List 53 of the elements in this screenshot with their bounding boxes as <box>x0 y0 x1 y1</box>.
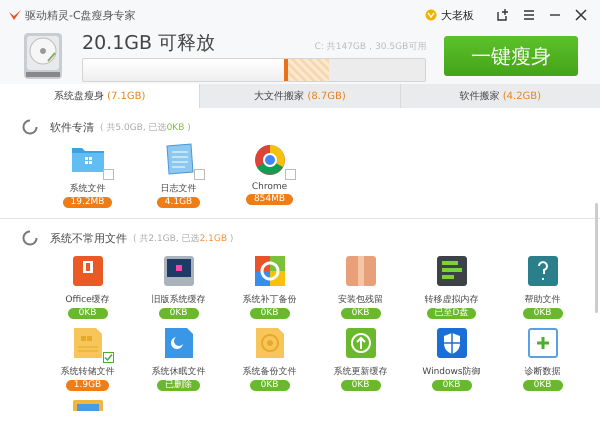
size-badge: 4.1GB <box>156 197 200 208</box>
size-badge: 0KB <box>522 308 562 319</box>
item-label: Office缓存 <box>65 294 110 306</box>
share-icon[interactable] <box>496 8 510 22</box>
checkbox[interactable] <box>102 169 114 180</box>
item-label: 系统转储文件 <box>60 366 114 378</box>
window-title: 驱动精灵-C盘瘦身专家 <box>25 8 136 22</box>
size-badge: 0KB <box>432 380 472 391</box>
scrollbar[interactable] <box>595 203 598 313</box>
tab[interactable]: 大文件搬家 (8.7GB) <box>199 84 400 108</box>
size-badge: 0KB <box>340 308 380 319</box>
size-badge: 19.2MB <box>62 197 112 208</box>
checkbox[interactable] <box>194 169 204 180</box>
item-label: 系统备份文件 <box>242 366 296 378</box>
checkbox[interactable] <box>102 352 114 363</box>
item-label: 帮助文件 <box>524 294 560 306</box>
check-icon <box>104 353 112 362</box>
size-badge: 1.9GB <box>66 380 110 391</box>
item-label: 诊断数据 <box>524 366 560 378</box>
close-icon[interactable] <box>574 8 588 22</box>
item-label: 系统文件 <box>70 182 106 195</box>
size-badge: 0KB <box>158 308 198 319</box>
disk-info: C: 共147GB，30.5GB可用 <box>314 40 426 53</box>
item-label: Windows防御 <box>422 366 481 378</box>
logo-icon <box>8 9 22 21</box>
item-label: 系统休眠文件 <box>152 366 206 378</box>
size-badge: 0KB <box>68 308 108 319</box>
item-label: 安装包残留 <box>338 294 383 306</box>
user-name[interactable]: 大老板 <box>441 8 474 22</box>
size-badge: 0KB <box>250 308 290 319</box>
menu-icon[interactable] <box>522 8 536 22</box>
badge-icon <box>425 9 437 21</box>
section-summary: ( 共2.1GB, 已选2.1GB ) <box>133 232 234 244</box>
tab[interactable]: 软件搬家 (4.2GB) <box>400 84 600 108</box>
free-space-title: 20.1GB 可释放 <box>82 31 216 56</box>
checkbox[interactable] <box>284 169 296 180</box>
size-badge: 已删除 <box>157 380 200 391</box>
size-badge: 0KB <box>340 380 380 391</box>
item-label: 系统补丁备份 <box>242 294 296 306</box>
size-badge: 0KB <box>522 380 562 391</box>
section-title: 软件专清 <box>50 120 94 134</box>
spinner-icon <box>22 230 38 246</box>
section-summary: ( 共5.0GB, 已选0KB ) <box>100 122 191 134</box>
item-label: 日志文件 <box>160 182 196 195</box>
size-badge: 已至D盘 <box>426 308 476 319</box>
size-badge: 854MB <box>246 194 294 205</box>
section-title: 系统不常用文件 <box>50 230 127 246</box>
item-label: 系统更新缓存 <box>334 366 388 378</box>
spinner-icon <box>22 119 38 135</box>
item-label: 旧版系统缓存 <box>152 294 206 306</box>
item-label: 转移虚拟内存 <box>424 294 478 306</box>
item-label: Chrome <box>252 182 288 192</box>
size-badge: 0KB <box>250 380 290 391</box>
